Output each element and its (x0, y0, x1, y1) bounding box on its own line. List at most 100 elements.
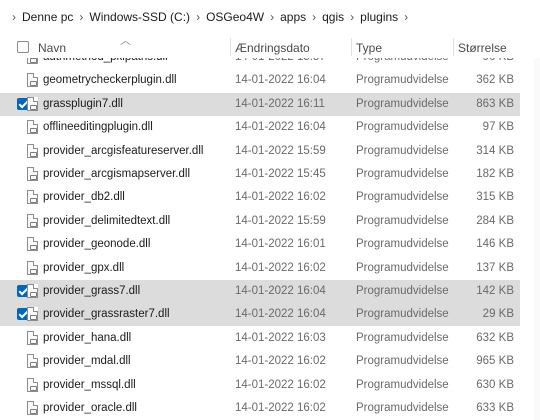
breadcrumb-separator-icon[interactable]: › (12, 10, 16, 24)
file-type: Programudvidelse (356, 97, 449, 110)
dll-file-icon (27, 401, 38, 415)
file-type: Programudvidelse (356, 285, 449, 297)
file-size: 362 KB (476, 74, 514, 87)
file-date: 14-01-2022 16:02 (235, 402, 326, 414)
file-row[interactable]: provider_delimitedtext.dll 14-01-2022 15:… (0, 210, 520, 233)
file-name[interactable]: provider_grass7.dll (43, 285, 140, 297)
breadcrumb-separator-icon[interactable]: › (79, 10, 83, 24)
file-type: Programudvidelse (356, 214, 449, 227)
file-name[interactable]: provider_grassraster7.dll (43, 308, 170, 320)
file-date: 14-01-2022 16:04 (235, 121, 326, 134)
file-date: 14-01-2022 16:02 (235, 261, 326, 274)
file-name[interactable]: provider_delimitedtext.dll (43, 215, 170, 227)
file-name[interactable]: provider_oracle.dll (43, 402, 137, 414)
file-size: 632 KB (476, 331, 514, 344)
file-row[interactable]: provider_grass7.dll 14-01-2022 16:04 Progr… (0, 280, 520, 303)
file-row[interactable]: grassplugin7.dll 14-01-2022 16:11 Programu… (0, 92, 520, 116)
breadcrumb-separator-icon[interactable]: › (312, 10, 316, 24)
dll-file-icon (27, 260, 38, 275)
file-name[interactable]: provider_hana.dll (43, 332, 131, 344)
breadcrumb-separator-icon[interactable]: › (350, 10, 354, 24)
breadcrumb-separator-icon[interactable]: › (196, 10, 200, 24)
file-name[interactable]: provider_db2.dll (43, 191, 125, 203)
select-all-checkbox[interactable] (17, 41, 29, 53)
file-name[interactable]: provider_geonode.dll (43, 238, 150, 250)
file-row[interactable]: offlineeditingplugin.dll 14-01-2022 16:04… (0, 116, 520, 139)
file-name[interactable]: provider_gpx.dll (43, 262, 124, 274)
file-row[interactable]: provider_oracle.dll 14-01-2022 16:02 Progr… (0, 397, 520, 420)
file-row[interactable]: authmethod_pkipaths.dll 14-01-2022 15:57 P… (0, 58, 520, 69)
file-list: authmethod_pkipaths.dll 14-01-2022 15:57 P… (0, 58, 540, 420)
dll-file-icon (27, 284, 38, 298)
breadcrumb-item[interactable]: qgis (322, 10, 344, 24)
file-date: 14-01-2022 16:11 (235, 97, 325, 110)
dll-file-icon (27, 58, 38, 64)
file-name[interactable]: provider_arcgismapserver.dll (43, 168, 190, 180)
file-row[interactable]: provider_arcgisfeatureserver.dll 14-01-20… (0, 140, 520, 163)
breadcrumb-item[interactable]: OSGeo4W (206, 10, 264, 24)
file-name[interactable]: geometrycheckerplugin.dll (43, 74, 177, 86)
file-row[interactable]: provider_gpx.dll 14-01-2022 16:02 Programu… (0, 257, 520, 280)
column-divider[interactable] (453, 38, 454, 56)
dll-file-icon (27, 143, 38, 158)
breadcrumb-item[interactable]: apps (280, 10, 306, 24)
dll-file-icon (27, 330, 38, 345)
file-date: 14-01-2022 15:57 (235, 58, 326, 63)
file-type: Programudvidelse (356, 121, 449, 134)
dll-file-icon (27, 96, 38, 111)
column-header-name[interactable]: Navn (38, 41, 66, 55)
file-size: 90 KB (483, 58, 514, 63)
column-header-date[interactable]: Ændringsdato (235, 41, 310, 55)
file-name[interactable]: offlineeditingplugin.dll (43, 121, 153, 133)
file-row[interactable]: provider_mssql.dll 14-01-2022 16:02 Progra… (0, 374, 520, 397)
breadcrumb-item[interactable]: plugins (360, 10, 398, 24)
file-date: 14-01-2022 16:02 (235, 355, 326, 368)
column-divider[interactable] (230, 38, 231, 56)
file-name[interactable]: provider_arcgisfeatureserver.dll (43, 145, 203, 157)
file-size: 630 KB (476, 378, 514, 391)
sort-ascending-icon[interactable]: ︿ (120, 32, 131, 48)
dll-file-icon (27, 120, 38, 135)
dll-file-icon (27, 167, 38, 181)
file-row[interactable]: geometrycheckerplugin.dll 14-01-2022 16:0… (0, 69, 520, 92)
file-name[interactable]: grassplugin7.dll (43, 98, 123, 110)
file-size: 97 KB (482, 121, 514, 134)
file-type: Programudvidelse (356, 308, 449, 321)
file-size: 314 KB (476, 144, 514, 157)
file-type: Programudvidelse (356, 331, 449, 344)
dll-file-icon (27, 377, 38, 392)
column-header-size[interactable]: Størrelse (458, 41, 507, 55)
column-header-type[interactable]: Type (356, 41, 382, 55)
file-date: 14-01-2022 16:03 (235, 331, 326, 344)
file-size: 146 KB (476, 238, 514, 251)
dll-file-icon (27, 213, 38, 228)
breadcrumb-separator-icon[interactable]: › (270, 10, 274, 24)
file-size: 633 KB (476, 402, 514, 414)
column-divider[interactable] (351, 38, 352, 56)
dll-file-icon (27, 307, 38, 322)
file-row[interactable]: provider_db2.dll 14-01-2022 16:02 Programu… (0, 186, 520, 209)
breadcrumb-separator-icon[interactable]: › (404, 10, 408, 24)
breadcrumb-item[interactable]: Denne pc (22, 10, 73, 24)
file-date: 14-01-2022 15:45 (235, 168, 326, 180)
file-date: 14-01-2022 16:02 (235, 378, 326, 391)
file-size: 863 KB (476, 97, 514, 110)
file-row[interactable]: provider_arcgismapserver.dll 14-01-2022 1… (0, 163, 520, 186)
file-date: 14-01-2022 16:04 (235, 308, 326, 321)
vertical-scrollbar[interactable] (534, 58, 540, 420)
file-row[interactable]: provider_geonode.dll 14-01-2022 16:01 Prog… (0, 233, 520, 256)
file-type: Programudvidelse (356, 378, 449, 391)
file-name[interactable]: authmethod_pkipaths.dll (43, 58, 168, 63)
file-size: 29 KB (482, 308, 514, 321)
file-name[interactable]: provider_mdal.dll (43, 355, 131, 367)
breadcrumb: › Denne pc › Windows-SSD (C:) › OSGeo4W › apps ›… (0, 0, 540, 34)
file-type: Programudvidelse (356, 144, 449, 157)
file-name[interactable]: provider_mssql.dll (43, 379, 136, 391)
file-size: 284 KB (476, 214, 514, 227)
file-row[interactable]: provider_grassraster7.dll 14-01-2022 16:0… (0, 303, 520, 327)
file-date: 14-01-2022 15:59 (235, 144, 326, 157)
breadcrumb-item[interactable]: Windows-SSD (C:) (89, 10, 190, 24)
file-row[interactable]: provider_mdal.dll 14-01-2022 16:02 Program… (0, 350, 520, 373)
file-date: 14-01-2022 16:04 (235, 74, 326, 87)
file-row[interactable]: provider_hana.dll 14-01-2022 16:03 Program… (0, 327, 520, 350)
